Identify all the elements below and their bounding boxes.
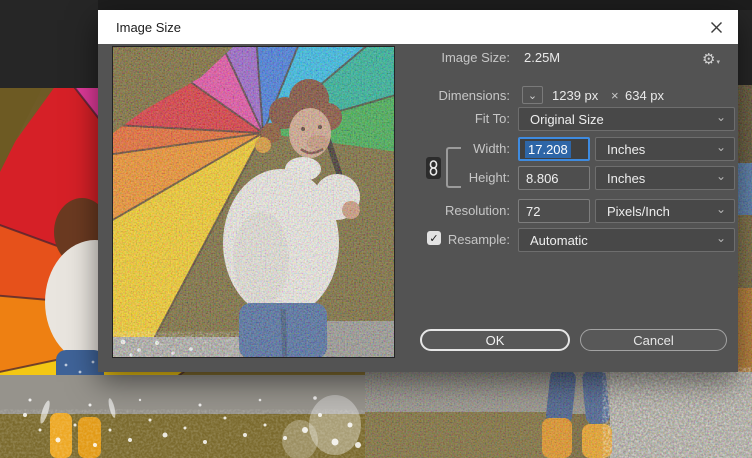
dimensions-unit-toggle[interactable]: ⌄	[522, 86, 543, 104]
width-input[interactable]: 17.208	[518, 137, 590, 161]
chevron-down-icon: ⌄	[716, 142, 726, 152]
resolution-unit-value: Pixels/Inch	[607, 204, 670, 219]
fit-to-label: Fit To:	[380, 111, 510, 127]
gear-menu-button[interactable]: ⚙▾	[702, 50, 728, 70]
resolution-value: 72	[526, 204, 540, 219]
chevron-down-icon: ⌄	[716, 112, 726, 122]
resolution-unit-select[interactable]: Pixels/Inch ⌄	[595, 199, 735, 223]
gear-caret-icon: ▾	[716, 58, 720, 66]
resolution-input[interactable]: 72	[518, 199, 590, 223]
width-unit-select[interactable]: Inches ⌄	[595, 137, 735, 161]
image-size-dialog: Image Size	[98, 10, 738, 372]
dialog-titlebar[interactable]: Image Size	[98, 10, 738, 44]
image-preview[interactable]	[112, 46, 395, 358]
photoshop-window: Image Size	[0, 0, 752, 458]
close-button[interactable]	[694, 10, 738, 44]
cancel-button[interactable]: Cancel	[580, 329, 727, 351]
close-icon	[711, 22, 722, 33]
dimensions-label: Dimensions:	[380, 88, 510, 104]
dimensions-height-value: 634 px	[625, 88, 664, 104]
resample-value: Automatic	[530, 233, 588, 248]
chevron-down-icon: ⌄	[716, 171, 726, 181]
height-label: Height:	[380, 170, 510, 186]
width-unit-value: Inches	[607, 142, 645, 157]
fit-to-select[interactable]: Original Size ⌄	[518, 107, 735, 131]
preview-photo	[113, 47, 395, 358]
resolution-label: Resolution:	[380, 203, 510, 219]
ok-button[interactable]: OK	[420, 329, 570, 351]
height-value: 8.806	[526, 171, 559, 186]
resample-select[interactable]: Automatic ⌄	[518, 228, 735, 252]
width-value: 17.208	[525, 141, 571, 158]
chevron-down-icon: ⌄	[528, 89, 537, 102]
height-input[interactable]: 8.806	[518, 166, 590, 190]
dimensions-times: ×	[611, 88, 619, 104]
fit-to-value: Original Size	[530, 112, 604, 127]
image-size-value: 2.25M	[524, 50, 560, 66]
chevron-down-icon: ⌄	[716, 204, 726, 214]
height-unit-value: Inches	[607, 171, 645, 186]
dimensions-width-value: 1239 px	[552, 88, 598, 104]
image-size-label: Image Size:	[380, 50, 510, 66]
cancel-button-label: Cancel	[633, 333, 673, 348]
resample-label: Resample:	[380, 232, 510, 248]
height-unit-select[interactable]: Inches ⌄	[595, 166, 735, 190]
chevron-down-icon: ⌄	[716, 233, 726, 243]
gear-icon: ⚙	[702, 50, 715, 68]
width-label: Width:	[380, 141, 510, 157]
dialog-title: Image Size	[98, 20, 181, 35]
ok-button-label: OK	[486, 333, 505, 348]
